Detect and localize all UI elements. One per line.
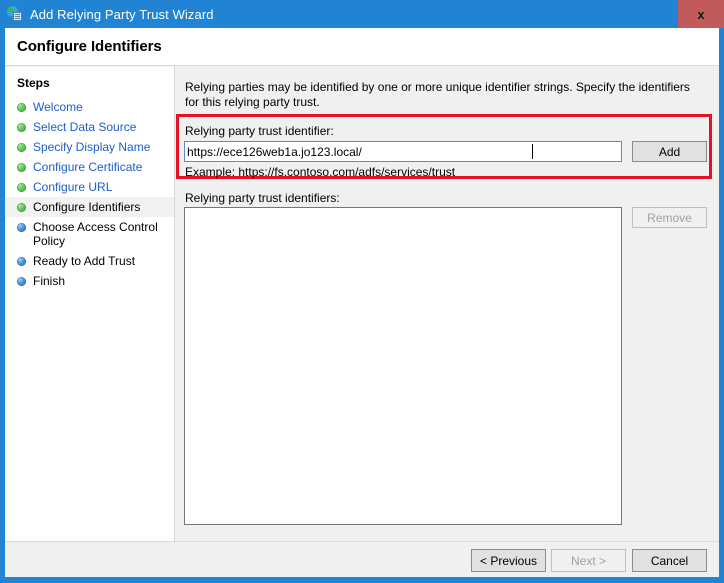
- next-button[interactable]: Next >: [551, 549, 626, 572]
- window-right-border: [719, 28, 724, 577]
- example-hint: Example: https://fs.contoso.com/adfs/ser…: [185, 165, 456, 179]
- sidebar-step-configure-certificate[interactable]: Configure Certificate: [5, 157, 174, 177]
- steps-heading: Steps: [17, 76, 50, 90]
- sidebar-step-welcome[interactable]: Welcome: [5, 97, 174, 117]
- sidebar-step-ready-to-add-trust: Ready to Add Trust: [5, 251, 174, 271]
- step-label: Welcome: [33, 100, 83, 114]
- step-label: Finish: [33, 274, 66, 288]
- footer-bar: < Previous Next > Cancel: [5, 541, 719, 577]
- text-caret: [532, 144, 533, 159]
- cancel-button[interactable]: Cancel: [632, 549, 707, 572]
- wizard-window: Add Relying Party Trust Wizard x Configu…: [0, 0, 724, 583]
- add-button[interactable]: Add: [632, 141, 707, 162]
- steps-sidebar: Steps Welcome Select Data Source Specify D…: [5, 67, 175, 577]
- step-pending-bullet-icon: [17, 277, 26, 286]
- step-complete-bullet-icon: [17, 203, 26, 212]
- step-label: Select Data Source: [33, 120, 137, 134]
- close-icon[interactable]: x: [678, 0, 724, 28]
- content-pane: Relying parties may be identified by one…: [176, 67, 719, 541]
- window-bottom-border: [0, 577, 724, 583]
- step-pending-bullet-icon: [17, 257, 26, 266]
- previous-button[interactable]: < Previous: [471, 549, 546, 572]
- identifiers-list-label: Relying party trust identifiers:: [185, 191, 340, 205]
- step-complete-bullet-icon: [17, 143, 26, 152]
- sidebar-step-select-data-source[interactable]: Select Data Source: [5, 117, 174, 137]
- sidebar-step-finish: Finish: [5, 271, 174, 291]
- header-bar: Configure Identifiers: [5, 28, 719, 66]
- window-title: Add Relying Party Trust Wizard: [30, 6, 214, 22]
- title-bar: Add Relying Party Trust Wizard x: [0, 0, 724, 28]
- relying-party-trust-identifiers-list[interactable]: [184, 207, 622, 525]
- relying-party-trust-identifier-input[interactable]: [184, 141, 622, 162]
- step-label: Configure Certificate: [33, 160, 143, 174]
- relying-party-trust-icon: [7, 6, 23, 22]
- page-title: Configure Identifiers: [17, 38, 162, 55]
- step-label: Configure URL: [33, 180, 113, 194]
- sidebar-step-choose-access-control-policy: Choose Access Control Policy: [5, 217, 174, 251]
- step-label: Configure Identifiers: [33, 200, 141, 214]
- step-pending-bullet-icon: [17, 223, 26, 232]
- sidebar-step-configure-url[interactable]: Configure URL: [5, 177, 174, 197]
- step-complete-bullet-icon: [17, 103, 26, 112]
- sidebar-step-specify-display-name[interactable]: Specify Display Name: [5, 137, 174, 157]
- step-complete-bullet-icon: [17, 183, 26, 192]
- step-label: Ready to Add Trust: [33, 254, 136, 268]
- sidebar-step-configure-identifiers: Configure Identifiers: [5, 197, 174, 217]
- step-label: Choose Access Control Policy: [33, 220, 158, 248]
- steps-list: Welcome Select Data Source Specify Display…: [5, 97, 174, 291]
- remove-button[interactable]: Remove: [632, 207, 707, 228]
- identifier-label: Relying party trust identifier:: [185, 124, 334, 138]
- step-complete-bullet-icon: [17, 163, 26, 172]
- step-label: Specify Display Name: [33, 140, 151, 154]
- intro-description: Relying parties may be identified by one…: [185, 80, 690, 109]
- step-complete-bullet-icon: [17, 123, 26, 132]
